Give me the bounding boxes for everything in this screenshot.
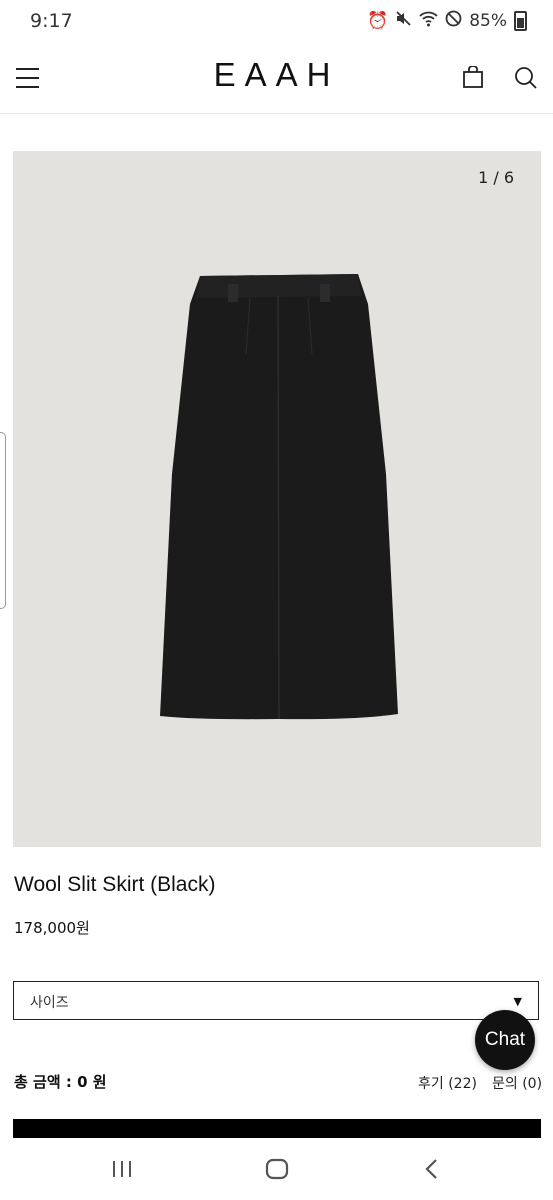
product-price: 178,000원 <box>14 919 90 937</box>
mute-icon <box>395 10 412 32</box>
back-icon[interactable] <box>424 1158 438 1184</box>
battery-percent: 85% <box>469 11 507 31</box>
gallery-pager: 1 / 6 <box>478 168 514 187</box>
qna-link[interactable]: 문의 (0) <box>492 1073 542 1093</box>
edge-panel-handle[interactable] <box>0 432 6 609</box>
chevron-down-icon: ▼ <box>513 995 522 1008</box>
size-select-label: 사이즈 <box>30 995 69 1011</box>
product-image <box>160 274 398 720</box>
chat-button[interactable]: Chat <box>475 1010 535 1070</box>
status-time: 9:17 <box>30 10 73 32</box>
site-header: EAAH <box>0 44 553 114</box>
recent-apps-icon[interactable] <box>111 1160 133 1182</box>
battery-icon <box>514 11 527 31</box>
buy-button[interactable] <box>13 1119 541 1138</box>
system-nav-bar <box>0 1138 553 1200</box>
size-select[interactable]: 사이즈 ▼ <box>13 981 539 1020</box>
reviews-link[interactable]: 후기 (22) <box>418 1073 477 1093</box>
product-image-gallery[interactable]: 1 / 6 <box>13 151 541 847</box>
home-icon[interactable] <box>265 1158 289 1184</box>
bag-icon[interactable] <box>463 65 483 88</box>
wifi-icon <box>419 11 438 32</box>
total-price: 총 금액 : 0 원 <box>14 1073 107 1091</box>
product-name: Wool Slit Skirt (Black) <box>14 873 216 896</box>
status-bar: 9:17 ⏰ 85% <box>0 0 553 44</box>
dnd-icon <box>445 10 462 32</box>
status-icons: ⏰ 85% <box>367 10 527 32</box>
alarm-icon: ⏰ <box>367 11 389 31</box>
search-icon[interactable] <box>514 66 538 90</box>
